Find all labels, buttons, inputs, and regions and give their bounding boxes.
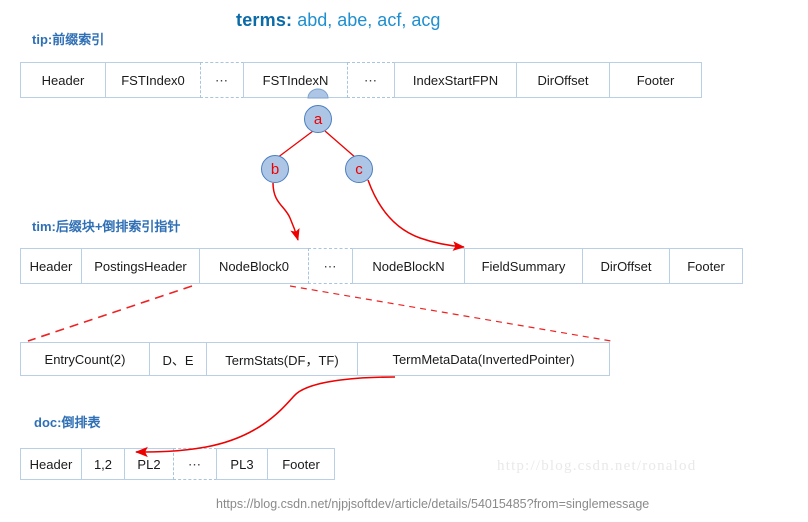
tip-file-layout: Header FSTIndex0 ⋯ FSTIndexN ⋯ IndexStartFPN D… [20,62,702,98]
layout-cell: PL3 [216,448,268,480]
cell-label: PostingsHeader [94,258,187,274]
cell-label: ⋯ [215,72,229,88]
layout-cell: D、E [149,342,207,376]
layout-cell: NodeBlock0 [199,248,309,284]
layout-cell: DirOffset [516,62,610,98]
terms-title-values: abd, abe, acf, acg [297,10,441,30]
layout-cell: DirOffset [582,248,670,284]
section-label-tim: tim:后缀块+倒排索引指针 [32,219,181,234]
nodeblock-detail-layout: EntryCount(2) D、E TermStats(DF，TF) TermMeta… [20,342,610,376]
cell-label: TermMetaData(InvertedPointer) [392,351,575,367]
section-label-doc: doc:倒排表 [34,415,101,430]
arrow-c-to-nodeblockn [367,179,465,251]
cell-label: Header [29,258,73,274]
layout-cell: Footer [669,248,743,284]
tree-edge-a-c [324,130,357,159]
source-url: https://blog.csdn.net/njpjsoftdev/articl… [216,497,650,511]
cell-label: FSTIndex0 [121,72,185,88]
layout-cell: IndexStartFPN [394,62,517,98]
layout-cell: FSTIndex0 [105,62,201,98]
layout-cell: TermStats(DF，TF) [206,342,358,376]
tim-file-layout: Header PostingsHeader NodeBlock0 ⋯ NodeBlock… [20,248,743,284]
cell-label: DirOffset [600,258,652,274]
cell-label: NodeBlockN [372,258,445,274]
cell-label: IndexStartFPN [412,72,499,88]
layout-cell: Footer [609,62,702,98]
layout-cell: TermMetaData(InvertedPointer) [357,342,610,376]
ellipsis-cell: ⋯ [200,62,244,98]
cell-label: PL2 [137,456,161,472]
arrow-b-to-nodeblock0 [272,182,300,241]
cell-label: Footer [636,72,675,88]
layout-cell: PL2 [124,448,174,480]
cell-label: Header [41,72,85,88]
layout-cell: PostingsHeader [81,248,200,284]
cell-label: FieldSummary [481,258,566,274]
tree-node-a[interactable]: a [304,105,332,133]
layout-cell: Header [20,448,82,480]
ellipsis-cell: ⋯ [347,62,395,98]
layout-cell: FieldSummary [464,248,583,284]
cell-label: 1,2 [93,456,113,472]
watermark: http://blog.csdn.net/ronalod [497,458,697,474]
cell-label: ⋯ [188,456,202,472]
dashed-connector-left [27,285,193,342]
cell-label: PL3 [230,456,254,472]
cell-label: EntryCount(2) [44,351,126,367]
page-title: terms: abd, abe, acf, acg [236,10,440,31]
layout-cell: NodeBlockN [352,248,465,284]
layout-cell: Footer [267,448,335,480]
tree-edge-a-b [276,130,314,159]
cell-label: ⋯ [323,258,338,274]
arrow-termmetadata-to-doc [135,376,396,458]
cell-label: NodeBlock0 [218,258,290,274]
cell-label: TermStats(DF，TF) [225,352,339,368]
cell-label: DirOffset [537,72,589,88]
layout-cell: Header [20,248,82,284]
layout-cell: EntryCount(2) [20,342,150,376]
tree-node-b[interactable]: b [261,155,289,183]
layout-cell: FSTIndexN [243,62,348,98]
cell-label: Footer [687,258,725,274]
layout-cell: 1,2 [81,448,125,480]
cell-label: ⋯ [364,72,378,88]
cell-label: Header [29,456,73,472]
tree-node-c[interactable]: c [345,155,373,183]
cell-label: Footer [282,456,320,472]
diagram-canvas: terms: abd, abe, acf, acg tip:前缀索引 tim:后缀… [0,0,808,522]
cell-label: FSTIndexN [262,72,329,88]
cell-label: D、E [162,352,194,368]
dashed-connector-right [289,285,612,342]
doc-file-layout: Header 1,2 PL2 ⋯ PL3 Footer [20,448,335,480]
section-label-tip: tip:前缀索引 [32,32,105,47]
ellipsis-cell: ⋯ [308,248,353,284]
ellipsis-cell: ⋯ [173,448,217,480]
terms-title-label: terms: [236,10,293,30]
layout-cell: Header [20,62,106,98]
